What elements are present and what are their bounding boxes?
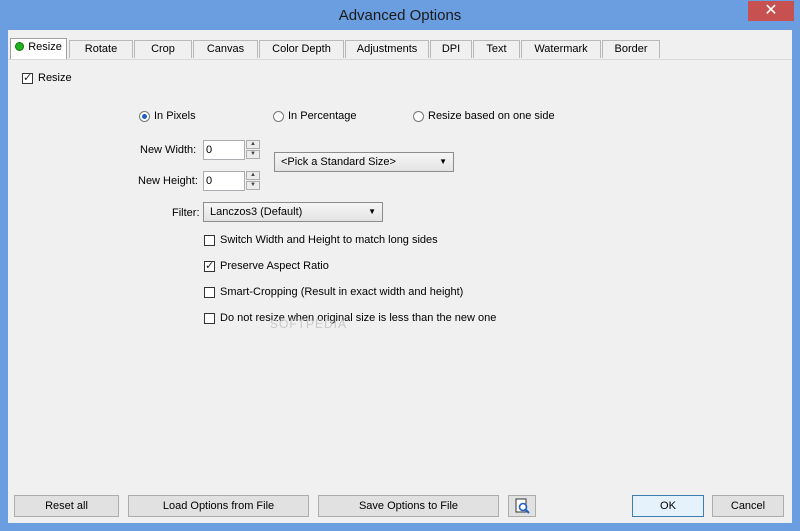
advanced-options-window: Advanced Options ✕ Resize Rotate Crop Ca… <box>0 0 800 531</box>
do-not-resize-checkbox[interactable] <box>204 313 215 324</box>
preserve-aspect-label: Preserve Aspect Ratio <box>220 260 329 272</box>
tab-resize[interactable]: Resize <box>10 38 67 60</box>
tab-border[interactable]: Border <box>602 40 660 58</box>
tab-canvas[interactable]: Canvas <box>193 40 258 58</box>
new-width-label: New Width: <box>140 144 197 156</box>
close-icon[interactable]: ✕ <box>748 1 794 21</box>
tab-label: Rotate <box>84 43 118 55</box>
tab-dpi[interactable]: DPI <box>430 40 472 58</box>
radio-in-pixels-label: In Pixels <box>154 110 196 122</box>
tab-watermark[interactable]: Watermark <box>521 40 601 58</box>
tab-color-depth[interactable]: Color Depth <box>259 40 344 58</box>
filter-value: Lanczos3 (Default) <box>210 206 303 218</box>
tab-strip: Resize Rotate Crop Canvas Color Depth Ad… <box>8 38 792 60</box>
tab-label: Resize <box>28 41 62 53</box>
softpedia-watermark: SOFTPEDIA <box>270 317 348 331</box>
new-width-down-icon[interactable]: ▼ <box>246 150 260 159</box>
new-height-input[interactable]: 0 <box>203 171 245 191</box>
tab-label: Crop <box>151 43 175 55</box>
tab-adjustments[interactable]: Adjustments <box>345 40 429 58</box>
new-width-input[interactable]: 0 <box>203 140 245 160</box>
do-not-resize-label: Do not resize when original size is less… <box>220 312 497 324</box>
smart-cropping-label: Smart-Cropping (Result in exact width an… <box>220 286 464 298</box>
filter-label: Filter: <box>172 207 200 219</box>
standard-size-value: <Pick a Standard Size> <box>281 156 396 168</box>
dialog-client-area: Resize Rotate Crop Canvas Color Depth Ad… <box>8 30 792 523</box>
radio-in-percentage-label: In Percentage <box>288 110 357 122</box>
tab-rotate[interactable]: Rotate <box>69 40 133 58</box>
smart-cropping-checkbox[interactable] <box>204 287 215 298</box>
preserve-aspect-checkbox[interactable] <box>204 259 215 272</box>
resize-enable-label: Resize <box>38 72 72 84</box>
radio-in-pixels[interactable] <box>139 111 150 122</box>
title-bar[interactable]: Advanced Options ✕ <box>0 0 800 30</box>
tab-label: Color Depth <box>272 43 331 55</box>
preview-button[interactable] <box>508 495 536 517</box>
chevron-down-icon: ▼ <box>439 157 447 166</box>
ok-button[interactable]: OK <box>632 495 704 517</box>
tab-label: DPI <box>441 43 461 55</box>
new-height-label: New Height: <box>138 175 198 187</box>
tab-label: Watermark <box>534 43 588 55</box>
radio-in-percentage[interactable] <box>273 111 284 122</box>
magnifier-document-icon <box>515 498 530 514</box>
tab-label: Text <box>486 43 507 55</box>
save-options-button[interactable]: Save Options to File <box>318 495 499 517</box>
tab-text[interactable]: Text <box>473 40 520 58</box>
switch-width-height-checkbox[interactable] <box>204 235 215 246</box>
reset-all-button[interactable]: Reset all <box>14 495 119 517</box>
filter-dropdown[interactable]: Lanczos3 (Default) ▼ <box>203 202 383 222</box>
window-title: Advanced Options <box>338 7 462 24</box>
tab-label: Border <box>614 43 648 55</box>
active-indicator-icon <box>15 42 25 51</box>
chevron-down-icon: ▼ <box>368 207 376 216</box>
load-options-button[interactable]: Load Options from File <box>128 495 309 517</box>
new-width-up-icon[interactable]: ▲ <box>246 140 260 149</box>
resize-panel: Resize In Pixels In Percentage Resize ba… <box>8 59 792 485</box>
radio-one-side[interactable] <box>413 111 424 122</box>
tab-label: Adjustments <box>356 43 418 55</box>
radio-one-side-label: Resize based on one side <box>428 110 555 122</box>
standard-size-dropdown[interactable]: <Pick a Standard Size> ▼ <box>274 152 454 172</box>
resize-enable-checkbox[interactable] <box>22 71 33 84</box>
cancel-button[interactable]: Cancel <box>712 495 784 517</box>
new-height-up-icon[interactable]: ▲ <box>246 171 260 180</box>
tab-label: Canvas <box>206 43 245 55</box>
new-height-down-icon[interactable]: ▼ <box>246 181 260 190</box>
switch-width-height-label: Switch Width and Height to match long si… <box>220 234 438 246</box>
tab-crop[interactable]: Crop <box>134 40 192 58</box>
